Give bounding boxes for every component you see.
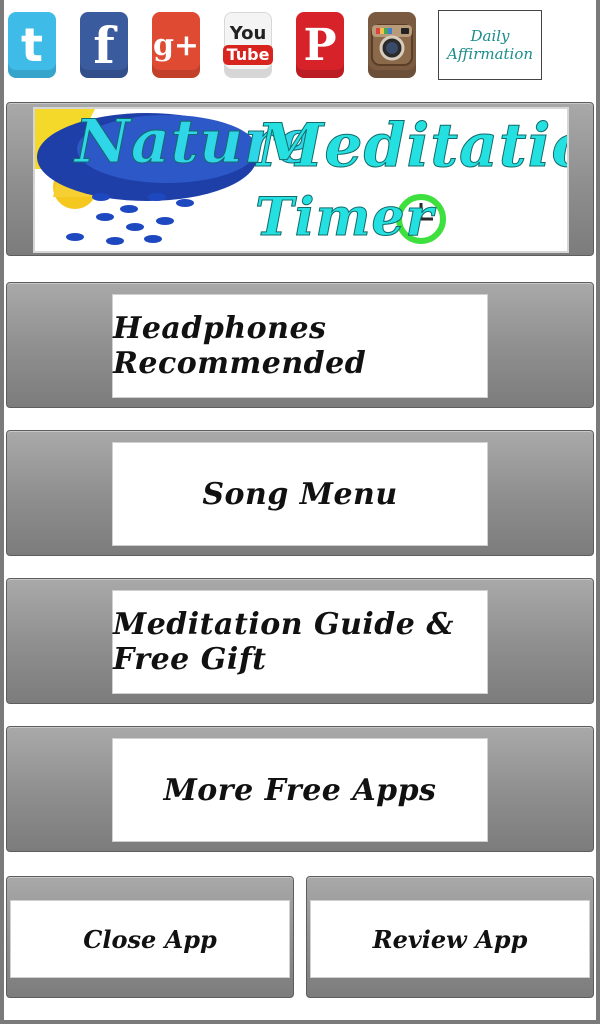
banner-panel: Nature Meditation Timer xyxy=(6,102,594,256)
headphones-panel: Headphones Recommended xyxy=(6,282,594,408)
headphones-recommended-button[interactable]: Headphones Recommended xyxy=(113,295,487,397)
review-app-button[interactable]: Review App xyxy=(311,901,589,977)
google-plus-icon[interactable]: g+ xyxy=(152,12,200,78)
affirmation-line1: Daily xyxy=(470,27,510,45)
banner-title-meditation: Meditation xyxy=(256,111,567,182)
daily-affirmation-button[interactable]: Daily Affirmation xyxy=(438,10,542,80)
song-menu-button[interactable]: Song Menu xyxy=(113,443,487,545)
camera-lens-icon xyxy=(371,24,413,66)
guide-label: Meditation Guide & Free Gift xyxy=(113,607,454,677)
guide-panel: Meditation Guide & Free Gift xyxy=(6,578,594,704)
review-app-label: Review App xyxy=(372,924,528,954)
close-app-label: Close App xyxy=(83,924,217,954)
twitter-icon[interactable]: t xyxy=(8,12,56,78)
app-logo-banner: Nature Meditation Timer xyxy=(33,107,569,253)
headphones-label: Headphones Recommended xyxy=(113,311,367,381)
song-menu-label: Song Menu xyxy=(202,476,398,512)
facebook-icon[interactable]: f xyxy=(80,12,128,78)
more-free-apps-button[interactable]: More Free Apps xyxy=(113,739,487,841)
review-app-panel: Review App xyxy=(306,876,594,998)
meditation-guide-button[interactable]: Meditation Guide & Free Gift xyxy=(113,591,487,693)
affirmation-line2: Affirmation xyxy=(446,45,534,63)
close-app-panel: Close App xyxy=(6,876,294,998)
youtube-icon[interactable]: You Tube xyxy=(222,12,274,78)
more-apps-panel: More Free Apps xyxy=(6,726,594,852)
banner-title-timer: Timer xyxy=(255,187,434,249)
social-bar: t f g+ You Tube P Daily Affirmation xyxy=(0,0,600,92)
pinterest-icon[interactable]: P xyxy=(296,12,344,78)
instagram-icon[interactable] xyxy=(368,12,416,78)
more-apps-label: More Free Apps xyxy=(163,772,437,808)
song-menu-panel: Song Menu xyxy=(6,430,594,556)
close-app-button[interactable]: Close App xyxy=(11,901,289,977)
